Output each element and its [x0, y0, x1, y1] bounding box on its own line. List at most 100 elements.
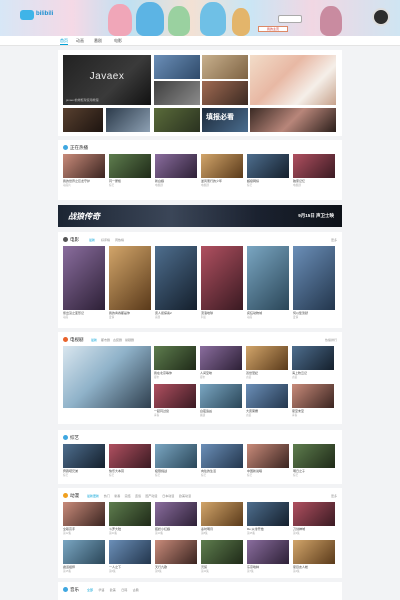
video-card[interactable]: 人间至味 都市 — [200, 346, 242, 380]
video-card[interactable]: 超级网综 综艺 — [247, 154, 289, 188]
video-card[interactable]: 我的青春都是你 爱情 — [109, 246, 151, 320]
video-card[interactable]: 快乐大本营 综艺 — [109, 444, 151, 478]
video-card[interactable]: 全职高手 第12集 — [63, 502, 105, 536]
video-title[interactable]: 人间至味 — [200, 371, 242, 375]
sub-tab[interactable]: 全部 — [87, 588, 93, 592]
video-thumbnail[interactable] — [154, 346, 196, 370]
sub-tab[interactable]: 欧美动漫 — [179, 494, 191, 498]
video-thumbnail[interactable] — [63, 154, 105, 178]
hero-tile[interactable] — [106, 108, 150, 132]
video-thumbnail[interactable] — [201, 540, 243, 564]
video-card[interactable]: 刀剑神域 第3集 — [293, 502, 335, 536]
tab-bangumi[interactable]: 番剧 — [94, 38, 102, 44]
sub-tab[interactable]: 古装剧 — [113, 338, 122, 342]
tab-home[interactable]: 首页 — [60, 38, 68, 45]
video-card[interactable]: 魔道祖师 第15集 — [63, 540, 105, 574]
video-thumbnail[interactable] — [155, 444, 197, 468]
video-card[interactable]: 新白娘 电视剧 — [155, 154, 197, 188]
video-thumbnail[interactable] — [155, 502, 197, 526]
video-card[interactable]: 秦时明月 第8集 — [201, 502, 243, 536]
video-card[interactable]: 同一屋檐 综艺 — [109, 154, 151, 188]
video-thumbnail[interactable] — [247, 540, 289, 564]
video-thumbnail[interactable] — [109, 540, 151, 564]
video-thumbnail[interactable] — [246, 384, 288, 408]
hero-tile[interactable] — [202, 81, 248, 105]
video-card[interactable]: 明日之子 综艺 — [293, 444, 335, 478]
sub-tab[interactable]: 连载 — [135, 494, 141, 498]
more-link[interactable]: 热播排行 — [325, 338, 337, 342]
video-thumbnail[interactable] — [63, 540, 105, 564]
video-title[interactable]: 疯狂动物城 — [247, 311, 289, 315]
video-card[interactable]: 熊出没之变形记 动画 — [63, 246, 105, 320]
video-thumbnail[interactable] — [293, 444, 335, 468]
video-thumbnail[interactable] — [292, 346, 334, 370]
video-title[interactable]: 明日之子 — [293, 469, 335, 473]
sub-tab[interactable]: 悬疑剧 — [125, 338, 134, 342]
video-card[interactable]: 中国新说唱 综艺 — [247, 444, 289, 478]
featured-video[interactable] — [63, 346, 151, 408]
video-thumbnail[interactable] — [201, 246, 243, 310]
video-card[interactable]: 我在北京等你 都市 — [154, 346, 196, 380]
video-thumbnail[interactable] — [63, 444, 105, 468]
logo-icon[interactable] — [20, 10, 34, 20]
video-thumbnail[interactable] — [200, 346, 242, 370]
video-title[interactable]: 我在北京等你 — [154, 371, 196, 375]
video-thumbnail[interactable] — [201, 444, 243, 468]
video-thumbnail[interactable] — [293, 154, 335, 178]
sub-tab[interactable]: 欧美 — [110, 588, 116, 592]
search-input[interactable] — [278, 15, 302, 23]
video-card[interactable]: 狐妖小红娘 第10集 — [155, 502, 197, 536]
video-card[interactable]: 东京喰种 第7集 — [247, 540, 289, 574]
video-thumbnail[interactable] — [247, 444, 289, 468]
video-title[interactable]: 中国新说唱 — [247, 469, 289, 473]
video-card[interactable]: 夏目友人帐 第4集 — [293, 540, 335, 574]
video-title[interactable]: 熊出没之变形记 — [63, 311, 105, 315]
video-card[interactable]: 夏至未至 青春 — [292, 384, 334, 418]
video-thumbnail[interactable] — [247, 502, 289, 526]
video-card[interactable]: 逆风而行的少年 电视剧 — [201, 154, 243, 188]
sub-tab[interactable]: 热门 — [104, 494, 110, 498]
wide-ad-banner[interactable]: 战狼传奇 9月15日 声卫士映 — [58, 205, 342, 227]
video-thumbnail[interactable] — [201, 502, 243, 526]
video-thumbnail[interactable] — [63, 502, 105, 526]
video-title[interactable]: 双世宠妃 — [246, 371, 288, 375]
video-card[interactable]: 我的世界之巨龙守护 动画片 — [63, 154, 105, 188]
video-title[interactable]: 我的青春都是你 — [109, 311, 151, 315]
video-title[interactable]: 白夜追凶 — [200, 409, 242, 413]
video-card[interactable]: 何以笙箫默 爱情 — [293, 246, 335, 320]
user-badge[interactable]: 我的主页 — [258, 26, 288, 32]
video-title[interactable]: 流浪地球 — [201, 311, 243, 315]
video-thumbnail[interactable] — [155, 246, 197, 310]
video-card[interactable]: 流浪地球 科幻 — [201, 246, 243, 320]
hero-main-tile[interactable]: Javaex javaex前端框架使用教程 — [63, 55, 151, 105]
sub-tab[interactable]: 最新 — [89, 238, 95, 242]
video-thumbnail[interactable] — [155, 540, 197, 564]
video-thumbnail[interactable] — [247, 154, 289, 178]
video-title[interactable]: 海上牧云记 — [292, 371, 334, 375]
video-card[interactable]: Re:从零开始 第25集 — [247, 502, 289, 536]
sub-tab[interactable]: 最新 — [91, 338, 97, 342]
hero-tile[interactable] — [154, 81, 200, 105]
avatar[interactable] — [372, 8, 390, 26]
hero-tile[interactable]: 填报必看 — [202, 108, 248, 132]
video-title[interactable]: 奔跑吧兄弟 — [63, 469, 105, 473]
video-title[interactable]: 夏至未至 — [292, 409, 334, 413]
hero-tile[interactable] — [154, 55, 200, 79]
sub-tab[interactable]: 日本动漫 — [162, 494, 174, 498]
video-card[interactable]: 向往的生活 综艺 — [201, 444, 243, 478]
video-title[interactable]: 超级网综 — [247, 179, 289, 183]
sub-tab[interactable]: 日韩 — [121, 588, 127, 592]
video-card[interactable]: 奔跑吧兄弟 综艺 — [63, 444, 105, 478]
video-thumbnail[interactable] — [109, 246, 151, 310]
video-thumbnail[interactable] — [246, 346, 288, 370]
video-title[interactable]: 一起同过窗 — [154, 409, 196, 413]
video-card[interactable]: 灵契 第11集 — [201, 540, 243, 574]
video-thumbnail[interactable] — [201, 154, 243, 178]
video-card[interactable]: 疯狂动物城 动画 — [247, 246, 289, 320]
video-card[interactable]: 天行九歌 第5集 — [155, 540, 197, 574]
video-title[interactable]: 快乐大本营 — [109, 469, 151, 473]
sub-tab[interactable]: 华语 — [98, 588, 104, 592]
video-card[interactable]: 唐人街探案2 喜剧 — [155, 246, 197, 320]
video-title[interactable]: 唐人街探案2 — [155, 311, 197, 315]
video-thumbnail[interactable] — [109, 154, 151, 178]
